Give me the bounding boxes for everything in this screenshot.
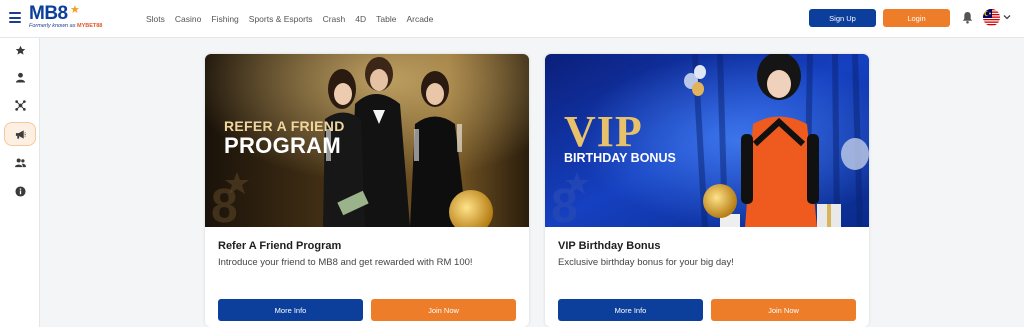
logo-subtitle: Formerly known as MYBET88	[29, 23, 103, 29]
nav-item-arcade[interactable]: Arcade	[406, 14, 433, 24]
sidebar-item-referral[interactable]	[4, 150, 36, 174]
more-info-button[interactable]: More Info	[218, 299, 363, 321]
logo-star-icon: ★	[70, 4, 80, 16]
bell-icon[interactable]	[962, 11, 973, 24]
promo-description: Exclusive birthday bonus for your big da…	[558, 257, 734, 268]
sidebar-item-network[interactable]	[4, 93, 36, 117]
nav-item-4d[interactable]: 4D	[355, 14, 366, 24]
megaphone-icon	[15, 129, 26, 139]
logo-text: MB8	[29, 3, 68, 24]
star-icon	[15, 45, 25, 55]
sidebar-item-favorites[interactable]	[4, 38, 36, 62]
banner-headline: VIP	[564, 107, 643, 156]
nav-item-fishing[interactable]: Fishing	[211, 14, 238, 24]
logo[interactable]: MB8 ★ Formerly known as MYBET88	[29, 4, 109, 34]
info-icon	[14, 185, 26, 197]
promo-description: Introduce your friend to MB8 and get rew…	[218, 257, 473, 268]
malaysia-flag-icon[interactable]	[983, 9, 1000, 26]
sidebar	[0, 38, 40, 327]
sidebar-item-promotions[interactable]	[4, 122, 36, 146]
join-now-button[interactable]: Join Now	[711, 299, 856, 321]
top-header: MB8 ★ Formerly known as MYBET88 Slots Ca…	[0, 0, 1024, 38]
join-now-button[interactable]: Join Now	[371, 299, 516, 321]
nav-item-table[interactable]: Table	[376, 14, 396, 24]
banner-subheadline: PROGRAM	[224, 133, 341, 158]
nav-item-slots[interactable]: Slots	[146, 14, 165, 24]
banner-headline: REFER A FRIEND	[224, 118, 345, 134]
more-info-button[interactable]: More Info	[558, 299, 703, 321]
promo-banner-vip-birthday[interactable]: 8 VIP BIRTHDAY BONUS	[545, 54, 869, 227]
user-icon	[15, 72, 25, 83]
sidebar-item-profile[interactable]	[4, 65, 36, 89]
chevron-down-icon[interactable]	[1003, 13, 1011, 21]
promo-title: VIP Birthday Bonus	[558, 240, 661, 252]
promo-card-refer-friend: 8 REFER A FRIEND PROGRAM Refer A Friend …	[205, 54, 529, 327]
login-button[interactable]: Login	[883, 9, 950, 27]
menu-icon[interactable]	[9, 12, 21, 23]
banner-subheadline: BIRTHDAY BONUS	[564, 151, 676, 165]
promo-banner-refer-friend[interactable]: 8 REFER A FRIEND PROGRAM	[205, 54, 529, 227]
network-icon	[14, 99, 26, 111]
sidebar-item-info[interactable]	[4, 179, 36, 203]
promo-title: Refer A Friend Program	[218, 240, 342, 252]
promo-card-vip-birthday: 8 VIP BIRTHDAY BONUS VIP Birthday Bonus …	[545, 54, 869, 327]
signup-button[interactable]: Sign Up	[809, 9, 876, 27]
nav-item-sports[interactable]: Sports & Esports	[249, 14, 313, 24]
nav-item-casino[interactable]: Casino	[175, 14, 201, 24]
nav-item-crash[interactable]: Crash	[323, 14, 346, 24]
main-nav: Slots Casino Fishing Sports & Esports Cr…	[146, 0, 443, 38]
users-icon	[14, 157, 26, 167]
